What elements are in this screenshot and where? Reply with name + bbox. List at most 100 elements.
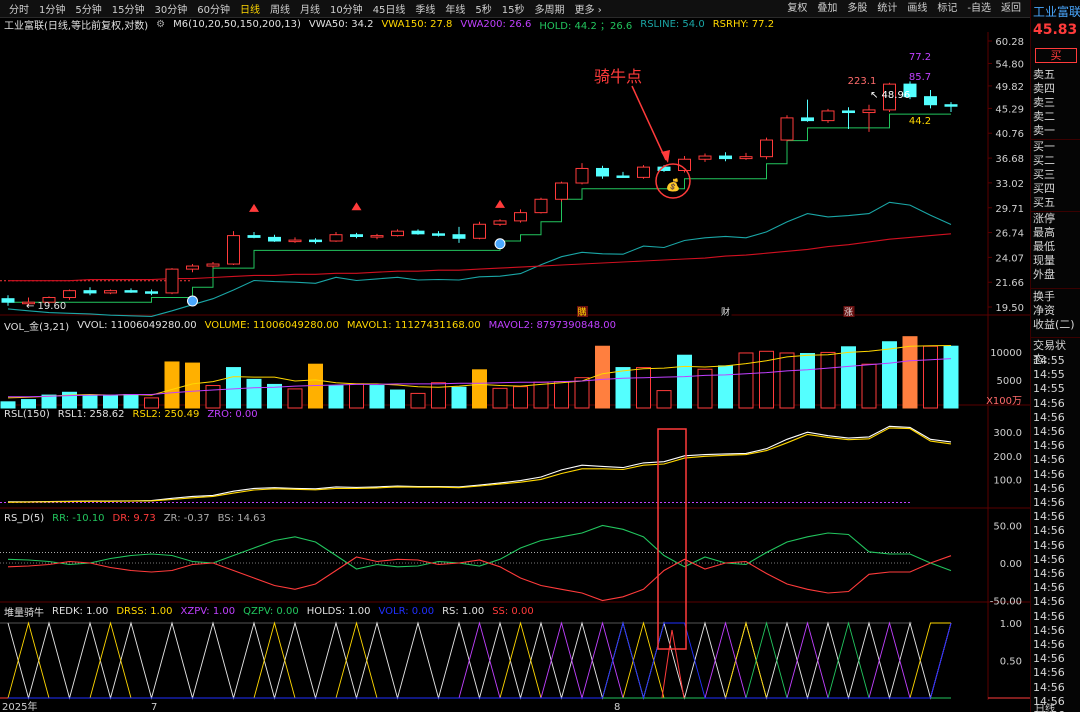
volume-bar (164, 361, 180, 409)
price-axis-label: 54.80 (995, 59, 1024, 70)
trade-time-3: 14:56 (1033, 396, 1065, 410)
volume-bar (677, 354, 692, 409)
x-axis-year: 2025年 (2, 700, 37, 712)
candle-body (309, 239, 322, 243)
sidebar-stock-name[interactable]: 工业富联 (1033, 3, 1080, 20)
vol-name[interactable]: VOL_金(3,21) (4, 318, 69, 333)
volr-value: VOLR: 0.00 (378, 605, 435, 617)
trade-time-23: 14:56 (1033, 680, 1065, 694)
stat-item-3: 现量 (1033, 254, 1055, 267)
candle-body (1, 298, 15, 303)
price-tag-label: ↖ 48.96 (870, 90, 910, 101)
stack-axis-label: 1.00 (1000, 619, 1022, 630)
rs-value: RS: 1.00 (442, 605, 485, 617)
rs-line (8, 621, 952, 700)
price-axis-label: 45.29 (995, 104, 1024, 115)
candle-body (63, 290, 76, 299)
candle-body (821, 110, 835, 122)
ss-value: SS: 0.00 (492, 605, 534, 617)
ask-level-1: 卖四 (1033, 82, 1055, 95)
price-axis-label: 21.66 (995, 278, 1024, 289)
stack-header: 堆量骑牛 REDK: 1.00 DRSS: 1.00 XZPV: 1.00 QZ… (0, 604, 1030, 619)
hold-line (8, 113, 951, 303)
mavol2-value: MAVOL2: 8797390848.00 (488, 319, 617, 331)
candle-body (719, 155, 732, 160)
trade-time-19: 14:56 (1033, 623, 1065, 637)
volume-bar (410, 392, 426, 409)
candle-body (780, 117, 794, 141)
bid-list: 买一 买二 买三 买四 买五 (1033, 140, 1055, 210)
trade-time-17: 14:56 (1033, 595, 1065, 609)
trade-time-21: 14:56 (1033, 652, 1065, 666)
volume-bar (779, 352, 795, 409)
volume-bar (205, 385, 221, 409)
qzpv-line (8, 621, 951, 699)
trade-time-4: 14:56 (1033, 410, 1065, 424)
volume-bar (369, 385, 385, 409)
price-axis-label: 24.07 (995, 253, 1024, 264)
stats-list: 涨停 最高 最低 现量 外盘 (1033, 212, 1055, 282)
candle-body (862, 109, 876, 114)
rr-line (7, 524, 952, 572)
more-item-1: 净资 (1033, 304, 1055, 317)
candle-body (145, 291, 158, 294)
buy-triangle (495, 199, 505, 208)
volume-bar (390, 389, 405, 409)
ask-level-4: 卖一 (1033, 124, 1055, 137)
price-axis-label: 26.74 (995, 229, 1024, 240)
ask-list: 卖五 卖四 卖三 卖二 卖一 (1033, 68, 1055, 138)
bid-level-1: 买二 (1033, 154, 1055, 167)
xzpv-value: XZPV: 1.00 (180, 605, 236, 617)
candle-body (165, 268, 179, 294)
candle-body (288, 239, 302, 243)
stat-item-1: 最高 (1033, 226, 1055, 239)
rsline-end-label: 85.7 (909, 72, 931, 83)
dr-line (7, 555, 952, 602)
high-value-label: 223.1 (848, 76, 877, 87)
rsl1-value: RSL1: 258.62 (57, 408, 125, 420)
rsl1-line (8, 425, 952, 503)
stat-item-4: 外盘 (1033, 268, 1055, 281)
bid-level-4: 买五 (1033, 196, 1055, 209)
signal-dot (187, 295, 198, 307)
trade-time-12: 14:56 (1033, 524, 1065, 538)
rsl-name[interactable]: RSL(150) (4, 409, 50, 420)
rsl2-line (7, 427, 952, 503)
volume-bar (328, 385, 344, 409)
low-value-label: ← 19.60 (26, 301, 66, 312)
trade-time-18: 14:56 (1033, 609, 1065, 623)
volume-bar (882, 341, 897, 409)
divider (1031, 288, 1080, 289)
redk-line (7, 621, 952, 700)
signal-peak (661, 629, 685, 699)
zr-value: ZR: -0.37 (163, 512, 210, 524)
volume-bar (841, 346, 856, 409)
price-axis-label: 40.76 (995, 129, 1024, 140)
volume-bar (656, 390, 672, 409)
bs-value: BS: 14.63 (217, 512, 266, 524)
rsl2-value: RSL2: 250.49 (132, 408, 200, 420)
trade-time-8: 14:56 (1033, 467, 1065, 481)
volume-bar (574, 377, 590, 409)
stat-item-0: 涨停 (1033, 212, 1055, 225)
more-item-2: 收益(二) (1033, 318, 1075, 331)
candle-body (329, 234, 343, 242)
vol-axis-label: 5000 (997, 376, 1022, 387)
volume-value: VOLUME: 11006049280.00 (204, 319, 339, 331)
buy-button[interactable]: 买 (1035, 48, 1077, 63)
money-bag-icon: 💰 (666, 178, 681, 192)
stack-axis-label: 0.50 (1000, 657, 1022, 668)
rsd-name[interactable]: RS_D(5) (4, 513, 44, 524)
volume-bar (349, 383, 364, 409)
stack-name[interactable]: 堆量骑牛 (4, 604, 44, 619)
vol-unit-label: X100万 (986, 396, 1022, 407)
xzpv-line (8, 621, 952, 700)
candle-body (555, 182, 568, 200)
price-axis-label: 29.71 (995, 204, 1024, 215)
candle-body (760, 139, 773, 158)
quote-sidebar: 工业富联 45.83 0 买 卖五卖四卖三卖二卖一 买一买二买三买四买五 涨停最… (1030, 0, 1080, 712)
volume-bar (287, 388, 303, 409)
rsline-line (7, 201, 952, 317)
dr-value: DR: 9.73 (112, 512, 156, 524)
volume-bar (554, 381, 569, 409)
